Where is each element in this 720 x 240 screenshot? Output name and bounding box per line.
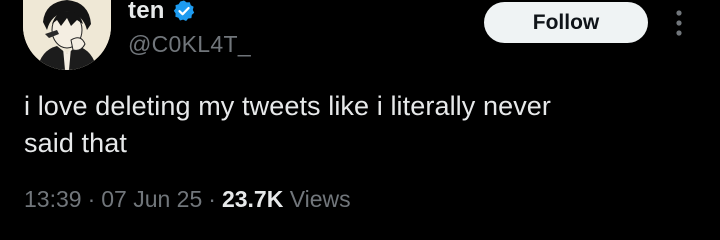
views-label: Views	[289, 186, 351, 212]
tweet-text: i love deleting my tweets like i literal…	[24, 91, 552, 158]
avatar-image	[23, 0, 111, 70]
tweet: ten @C0KL4T_ Follow i love deleting my t…	[0, 0, 720, 240]
verified-badge-icon	[172, 0, 196, 23]
tweet-meta: 13:39 · 07 Jun 25 · 23.7K Views	[24, 186, 351, 213]
views-count: 23.7K	[221, 186, 284, 212]
tweet-time[interactable]: 13:39	[24, 186, 82, 213]
tweet-date[interactable]: 07 Jun 25	[101, 186, 202, 213]
meta-separator: ·	[87, 186, 96, 212]
author-name-row: ten	[128, 0, 196, 28]
meta-separator: ·	[208, 186, 216, 212]
views-group[interactable]: 23.7K Views	[222, 186, 351, 213]
follow-button[interactable]: Follow	[484, 2, 648, 43]
author-handle[interactable]: @C0KL4T_	[128, 31, 251, 58]
more-vertical-icon[interactable]	[667, 8, 691, 38]
display-name[interactable]: ten	[128, 0, 165, 25]
avatar[interactable]	[23, 0, 111, 70]
